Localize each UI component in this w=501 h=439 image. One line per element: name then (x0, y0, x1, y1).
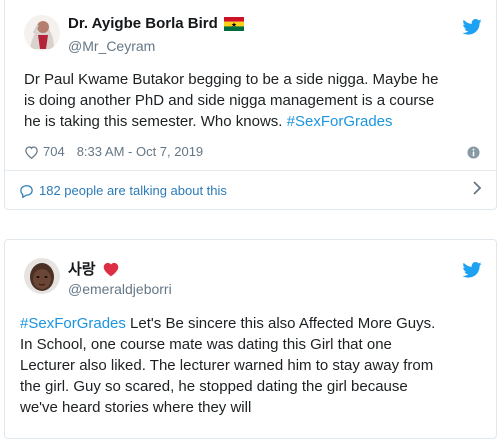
display-name[interactable]: Dr. Ayigbe Borla Bird (68, 15, 218, 32)
conversation-link[interactable]: 182 people are talking about this (19, 181, 482, 200)
heart-outline-icon[interactable] (24, 145, 39, 159)
red-heart-icon (102, 261, 120, 277)
handle[interactable]: @emeraldjeborri (68, 281, 172, 297)
avatar[interactable] (24, 15, 60, 51)
handle[interactable]: @Mr_Ceyram (68, 38, 155, 54)
twitter-bird-icon[interactable] (462, 19, 482, 35)
tweet-card[interactable]: 사랑 @emeraldjeborri #SexForGrades Let's B… (4, 239, 497, 439)
hashtag-link[interactable]: #SexForGrades (287, 113, 393, 130)
tweet-text: #SexForGrades Let's Be sincere this also… (20, 313, 490, 418)
twitter-bird-icon[interactable] (462, 262, 482, 278)
ghana-flag-icon (223, 16, 244, 31)
chevron-right-icon[interactable] (472, 181, 482, 200)
avatar[interactable] (24, 258, 60, 294)
tweet-text: Dr Paul Kwame Butakor begging to be a si… (24, 69, 484, 132)
tweet-card[interactable]: Dr. Ayigbe Borla Bird @Mr_Ceyram Dr Paul… (4, 0, 497, 210)
like-count[interactable]: 704 (43, 144, 65, 159)
info-icon[interactable] (467, 146, 481, 160)
talking-count[interactable]: 182 people are talking about this (39, 183, 227, 198)
speech-bubble-icon (19, 184, 34, 198)
timestamp[interactable]: 8:33 AM - Oct 7, 2019 (77, 144, 203, 159)
display-name[interactable]: 사랑 (68, 258, 96, 279)
hashtag-link[interactable]: #SexForGrades (20, 315, 126, 332)
divider (5, 170, 496, 171)
